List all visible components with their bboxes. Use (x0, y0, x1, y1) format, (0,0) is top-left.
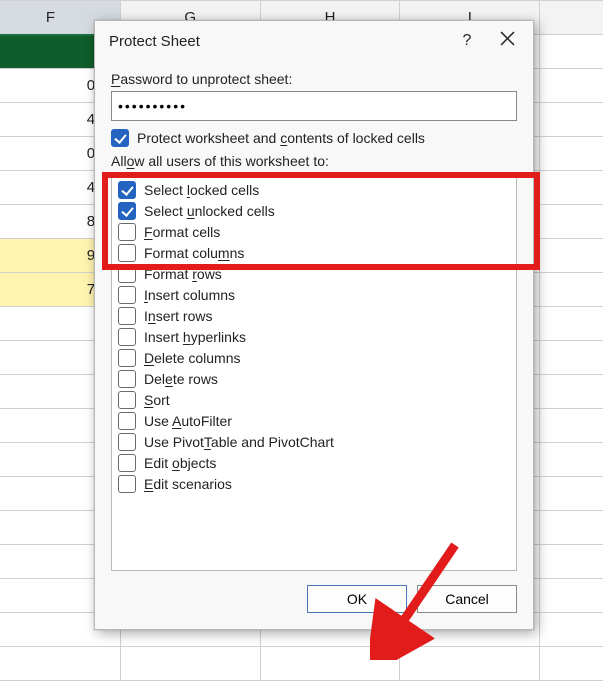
checkbox-icon[interactable] (118, 202, 136, 220)
permission-label: Insert hyperlinks (144, 329, 246, 345)
help-button[interactable]: ? (447, 25, 487, 57)
permission-row[interactable]: Format rows (118, 265, 510, 283)
permission-row[interactable]: Select unlocked cells (118, 202, 510, 220)
permission-row[interactable]: Use AutoFilter (118, 412, 510, 430)
protect-contents-row[interactable]: Protect worksheet and contents of locked… (111, 129, 517, 147)
protect-contents-label: Protect worksheet and contents of locked… (137, 130, 425, 146)
permission-row[interactable]: Delete columns (118, 349, 510, 367)
checkbox-icon[interactable] (118, 328, 136, 346)
permission-label: Select unlocked cells (144, 203, 275, 219)
protect-sheet-dialog: Protect Sheet ? Password to unprotect sh… (94, 20, 534, 630)
permission-label: Format rows (144, 266, 222, 282)
ok-button[interactable]: OK (307, 585, 407, 613)
permission-row[interactable]: Sort (118, 391, 510, 409)
permission-row[interactable]: Insert hyperlinks (118, 328, 510, 346)
checkbox-icon[interactable] (118, 181, 136, 199)
password-input[interactable] (111, 91, 517, 121)
permission-label: Insert columns (144, 287, 235, 303)
checkbox-icon[interactable] (118, 265, 136, 283)
permission-label: Use AutoFilter (144, 413, 232, 429)
permission-label: Delete columns (144, 350, 241, 366)
permission-label: Sort (144, 392, 170, 408)
checkbox-icon[interactable] (118, 391, 136, 409)
checkbox-icon[interactable] (118, 475, 136, 493)
checkbox-icon[interactable] (118, 223, 136, 241)
permission-label: Edit scenarios (144, 476, 232, 492)
checkbox-icon[interactable] (118, 244, 136, 262)
permission-label: Format cells (144, 224, 220, 240)
dialog-titlebar[interactable]: Protect Sheet ? (95, 21, 533, 61)
checkbox-icon[interactable] (118, 349, 136, 367)
close-icon (500, 31, 515, 51)
password-label: Password to unprotect sheet: (111, 71, 517, 87)
permissions-list[interactable]: Select locked cells Select unlocked cells… (111, 173, 517, 571)
checkbox-icon[interactable] (118, 433, 136, 451)
permission-row[interactable]: Format columns (118, 244, 510, 262)
checkbox-icon[interactable] (118, 307, 136, 325)
checkbox-icon[interactable] (118, 454, 136, 472)
permission-row[interactable]: Format cells (118, 223, 510, 241)
allow-label: Allow all users of this worksheet to: (111, 153, 517, 169)
cancel-button[interactable]: Cancel (417, 585, 517, 613)
permission-label: Use PivotTable and PivotChart (144, 434, 334, 450)
permission-label: Select locked cells (144, 182, 259, 198)
permission-row[interactable]: Edit objects (118, 454, 510, 472)
permission-row[interactable]: Select locked cells (118, 181, 510, 199)
permission-row[interactable]: Insert rows (118, 307, 510, 325)
checkbox-icon[interactable] (118, 370, 136, 388)
permission-label: Insert rows (144, 308, 212, 324)
checkbox-icon[interactable] (118, 412, 136, 430)
permission-row[interactable]: Insert columns (118, 286, 510, 304)
permission-row[interactable]: Use PivotTable and PivotChart (118, 433, 510, 451)
checkbox-icon[interactable] (118, 286, 136, 304)
permission-label: Delete rows (144, 371, 218, 387)
permission-row[interactable]: Delete rows (118, 370, 510, 388)
dialog-title: Protect Sheet (109, 33, 447, 50)
permission-label: Format columns (144, 245, 244, 261)
col-header[interactable]: J (540, 1, 603, 35)
checkbox-icon[interactable] (111, 129, 129, 147)
permission-row[interactable]: Edit scenarios (118, 475, 510, 493)
permission-label: Edit objects (144, 455, 216, 471)
close-button[interactable] (487, 25, 527, 57)
